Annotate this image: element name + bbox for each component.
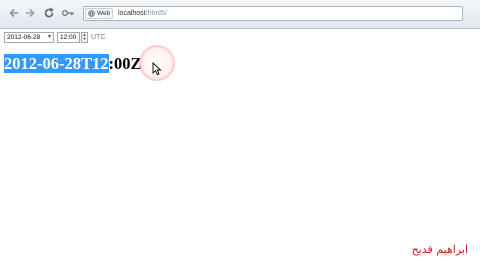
- time-stepper[interactable]: ▲ ▼: [81, 31, 88, 43]
- address-bar[interactable]: Web localhost/html5/: [83, 6, 463, 21]
- selected-text[interactable]: 2012-06-28T12: [4, 54, 109, 73]
- reload-button[interactable]: [41, 5, 57, 21]
- reload-icon: [44, 7, 54, 18]
- date-input[interactable]: 2012-06-28 ▾: [4, 31, 54, 43]
- browser-toolbar: Web localhost/html5/: [0, 0, 480, 29]
- url-host: localhost: [118, 10, 146, 17]
- back-arrow-icon: [9, 8, 18, 18]
- key-icon: [61, 9, 74, 17]
- watermark-text: ابراهيم قديح: [411, 243, 468, 256]
- stepper-down-icon[interactable]: ▼: [82, 37, 87, 42]
- timezone-label: UTC: [91, 33, 106, 41]
- time-value: 12:00: [60, 33, 77, 41]
- url-path: /html5/: [145, 10, 167, 17]
- back-button[interactable]: [6, 5, 22, 21]
- forward-arrow-icon: [26, 8, 35, 18]
- dropdown-caret-icon[interactable]: ▾: [48, 33, 51, 42]
- bookmark-button[interactable]: [60, 5, 76, 21]
- time-input[interactable]: 12:00: [57, 31, 80, 43]
- datetime-output[interactable]: 2012-06-28T12:00Z: [4, 54, 142, 73]
- mouse-pointer-icon: [152, 62, 162, 76]
- unselected-text[interactable]: :00Z: [109, 54, 142, 73]
- datetime-controls: 2012-06-28 ▾ 12:00 ▲ ▼ UTC: [4, 31, 105, 43]
- globe-icon: [88, 10, 95, 17]
- site-identity-badge[interactable]: Web: [85, 8, 113, 19]
- site-label: Web: [97, 10, 111, 17]
- url-text[interactable]: localhost/html5/: [118, 9, 167, 19]
- forward-button[interactable]: [22, 5, 38, 21]
- date-value: 2012-06-28: [7, 33, 41, 41]
